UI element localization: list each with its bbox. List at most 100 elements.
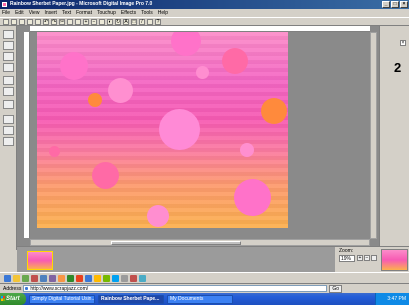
- email-icon[interactable]: [35, 18, 41, 25]
- undo-icon[interactable]: ↶: [43, 18, 49, 25]
- panel-number: 2: [394, 60, 402, 75]
- right-panel: × 2: [379, 26, 409, 246]
- app-icon[interactable]: [85, 274, 92, 282]
- paste-icon[interactable]: [75, 18, 81, 25]
- menu-file[interactable]: File: [2, 10, 10, 16]
- effects-tool-icon[interactable]: [3, 52, 14, 61]
- fill-icon[interactable]: [147, 18, 153, 25]
- polka-dot: [60, 52, 88, 80]
- polka-dot: [240, 143, 254, 157]
- ie-icon[interactable]: [4, 274, 11, 282]
- polka-dot: [222, 48, 248, 74]
- desktop-icon[interactable]: [22, 274, 29, 282]
- menu-format[interactable]: Format: [76, 10, 92, 16]
- image-thumbnail[interactable]: [27, 251, 53, 270]
- mail-icon[interactable]: [40, 274, 47, 282]
- system-tray: 3:47 PM: [375, 293, 409, 305]
- zoom-in-button[interactable]: +: [357, 255, 363, 261]
- address-input[interactable]: http://www.scrapjazz.com/: [23, 285, 328, 292]
- polka-dot: [171, 32, 201, 56]
- menu-touchup[interactable]: Touchup: [97, 10, 116, 16]
- app-icon[interactable]: [103, 274, 110, 282]
- folder-icon[interactable]: [13, 274, 20, 282]
- horizontal-scrollbar[interactable]: [30, 239, 370, 246]
- polka-dot: [49, 146, 60, 157]
- panel-close-icon[interactable]: ×: [400, 40, 406, 46]
- brightness-icon[interactable]: ◐: [107, 18, 113, 25]
- app-icon[interactable]: [139, 274, 146, 282]
- paint-tool-icon[interactable]: [3, 87, 14, 96]
- new-icon[interactable]: [3, 18, 9, 25]
- minimize-button[interactable]: _: [382, 1, 390, 8]
- zoom-field[interactable]: 19%: [339, 255, 355, 262]
- menu-tools[interactable]: Tools: [141, 10, 153, 16]
- go-button[interactable]: Go: [329, 284, 343, 293]
- copy-icon[interactable]: [67, 18, 73, 25]
- redo-icon[interactable]: ↷: [51, 18, 57, 25]
- close-button[interactable]: ×: [400, 1, 408, 8]
- polka-dot: [261, 98, 287, 124]
- select-tool-icon[interactable]: [3, 30, 14, 39]
- frame-tool-icon[interactable]: [3, 115, 14, 124]
- cut-icon[interactable]: ✂: [59, 18, 65, 25]
- vertical-scrollbar[interactable]: [370, 32, 377, 239]
- image-canvas[interactable]: [37, 32, 288, 228]
- polka-dot: [159, 109, 200, 150]
- menu-effects[interactable]: Effects: [121, 10, 136, 16]
- help-icon[interactable]: ?: [155, 18, 161, 25]
- menu-bar: File Edit View Insert Text Format Touchu…: [0, 9, 409, 17]
- touchup-tool-icon[interactable]: [3, 41, 14, 50]
- filmstrip: [17, 246, 335, 272]
- text-tool-icon[interactable]: [3, 63, 14, 72]
- window-title: Rainbow Sherbet Paper.jpg - Microsoft Di…: [10, 1, 153, 7]
- menu-view[interactable]: View: [29, 10, 40, 16]
- zoom-fit-button[interactable]: [371, 255, 377, 261]
- app-icon[interactable]: [67, 274, 74, 282]
- app-icon[interactable]: [121, 274, 128, 282]
- media-icon[interactable]: [31, 274, 38, 282]
- save-icon[interactable]: [19, 18, 25, 25]
- maximize-button[interactable]: □: [391, 1, 399, 8]
- task-tutorial[interactable]: Simply Digital Tutorial Usin...: [29, 294, 95, 304]
- app-icon[interactable]: [76, 274, 83, 282]
- rotate-icon[interactable]: ↻: [115, 18, 121, 25]
- tasks-sidebar: [0, 26, 17, 250]
- scroll-thumb[interactable]: [111, 241, 241, 245]
- task-digital-image[interactable]: Rainbow Sherbet Pape...: [98, 294, 164, 304]
- zoom-label: Zoom:: [339, 248, 354, 254]
- shape-tool-icon[interactable]: [3, 126, 14, 135]
- address-bar: Address http://www.scrapjazz.com/ Go: [0, 283, 409, 293]
- clock: 3:47 PM: [387, 296, 406, 302]
- crop-icon[interactable]: [99, 18, 105, 25]
- taskbar: Start Simply Digital Tutorial Usin... Ra…: [0, 293, 409, 305]
- menu-insert[interactable]: Insert: [44, 10, 57, 16]
- polka-dot: [88, 93, 102, 107]
- navigator-preview[interactable]: [381, 249, 408, 271]
- zoom-out-button[interactable]: −: [364, 255, 370, 261]
- print-icon[interactable]: [27, 18, 33, 25]
- app-icon[interactable]: [112, 274, 119, 282]
- layers-tool-icon[interactable]: [3, 100, 14, 109]
- save-web-tool-icon[interactable]: [3, 137, 14, 146]
- app-icon: [2, 2, 7, 7]
- text-icon[interactable]: A: [123, 18, 129, 25]
- zoom-panel: Zoom: 19% + −: [335, 246, 409, 272]
- app-icon[interactable]: [49, 274, 56, 282]
- start-button[interactable]: Start: [0, 293, 26, 305]
- zoom-out-icon[interactable]: −: [91, 18, 97, 25]
- line-icon[interactable]: /: [139, 18, 145, 25]
- menu-text[interactable]: Text: [62, 10, 71, 16]
- open-icon[interactable]: [11, 18, 17, 25]
- menu-edit[interactable]: Edit: [15, 10, 24, 16]
- menu-help[interactable]: Help: [158, 10, 168, 16]
- toolbar: ↶ ↷ ✂ + − ◐ ↻ A □ / ?: [0, 17, 409, 26]
- app-icon[interactable]: [58, 274, 65, 282]
- shape-icon[interactable]: □: [131, 18, 137, 25]
- task-my-documents[interactable]: My Documents: [167, 294, 233, 304]
- vertical-ruler: [24, 32, 30, 238]
- zoom-in-icon[interactable]: +: [83, 18, 89, 25]
- app-icon[interactable]: [94, 274, 101, 282]
- polka-dot: [234, 179, 271, 216]
- crop-tool-icon[interactable]: [3, 76, 14, 85]
- app-icon[interactable]: [130, 274, 137, 282]
